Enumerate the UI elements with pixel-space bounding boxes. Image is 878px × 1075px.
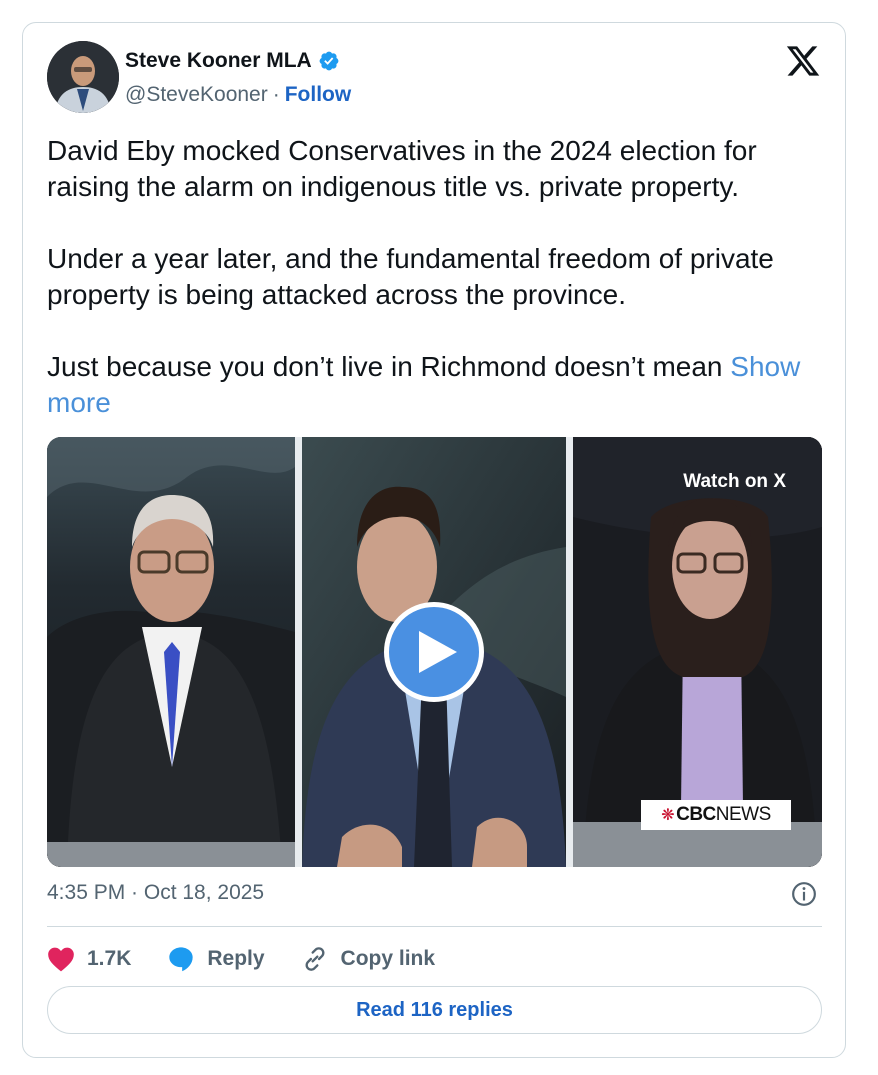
like-count: 1.7K <box>87 947 132 970</box>
tweet-paragraph-3: Just because you don’t live in Richmond … <box>47 349 827 421</box>
copy-link-button[interactable]: Copy link <box>301 945 436 973</box>
x-logo-icon[interactable] <box>785 43 821 79</box>
panel-divider <box>566 437 573 867</box>
tweet-paragraph-1: David Eby mocked Conservatives in the 20… <box>47 135 757 202</box>
tweet-card: Steve Kooner MLA @SteveKooner · Follow D… <box>22 22 846 1058</box>
video-player[interactable]: Watch on X ❋ CBC NEWS <box>47 437 822 867</box>
video-panel-left <box>47 437 295 867</box>
heart-icon <box>48 947 74 972</box>
author-name[interactable]: Steve Kooner MLA <box>125 49 312 73</box>
reply-button[interactable]: Reply <box>167 945 265 973</box>
play-icon <box>419 631 457 673</box>
action-bar: 1.7K Reply Copy link <box>47 941 471 977</box>
reply-bubble-icon <box>169 947 194 972</box>
tweet-paragraph-2: Under a year later, and the fundamental … <box>47 243 774 310</box>
author-handle[interactable]: @SteveKooner <box>125 83 268 107</box>
divider <box>47 926 822 927</box>
handle-row: @SteveKooner · Follow <box>125 83 351 107</box>
tweet-paragraph-3-text: Just because you don’t live in Richmond … <box>47 351 723 382</box>
panel-divider <box>295 437 302 867</box>
tweet-text: David Eby mocked Conservatives in the 20… <box>47 133 827 421</box>
like-button[interactable]: 1.7K <box>47 946 131 972</box>
avatar[interactable] <box>47 41 119 113</box>
play-button[interactable] <box>384 602 484 702</box>
reply-label: Reply <box>207 947 265 970</box>
link-icon <box>305 947 325 971</box>
broadcaster-light: NEWS <box>715 804 772 825</box>
tweet-timestamp[interactable]: 4:35 PM · Oct 18, 2025 <box>47 881 264 905</box>
broadcaster-logo: ❋ CBC NEWS <box>641 800 791 830</box>
author-name-row[interactable]: Steve Kooner MLA <box>125 49 340 73</box>
read-replies-button[interactable]: Read 116 replies <box>47 986 822 1034</box>
info-icon[interactable] <box>791 881 817 907</box>
cbc-gem-icon: ❋ <box>661 807 675 824</box>
watch-on-x-label[interactable]: Watch on X <box>683 471 786 493</box>
separator-dot: · <box>272 83 280 106</box>
broadcaster-bold: CBC <box>676 804 716 825</box>
copy-link-label: Copy link <box>340 947 436 970</box>
follow-button[interactable]: Follow <box>285 83 352 107</box>
verified-badge-icon <box>319 51 339 71</box>
